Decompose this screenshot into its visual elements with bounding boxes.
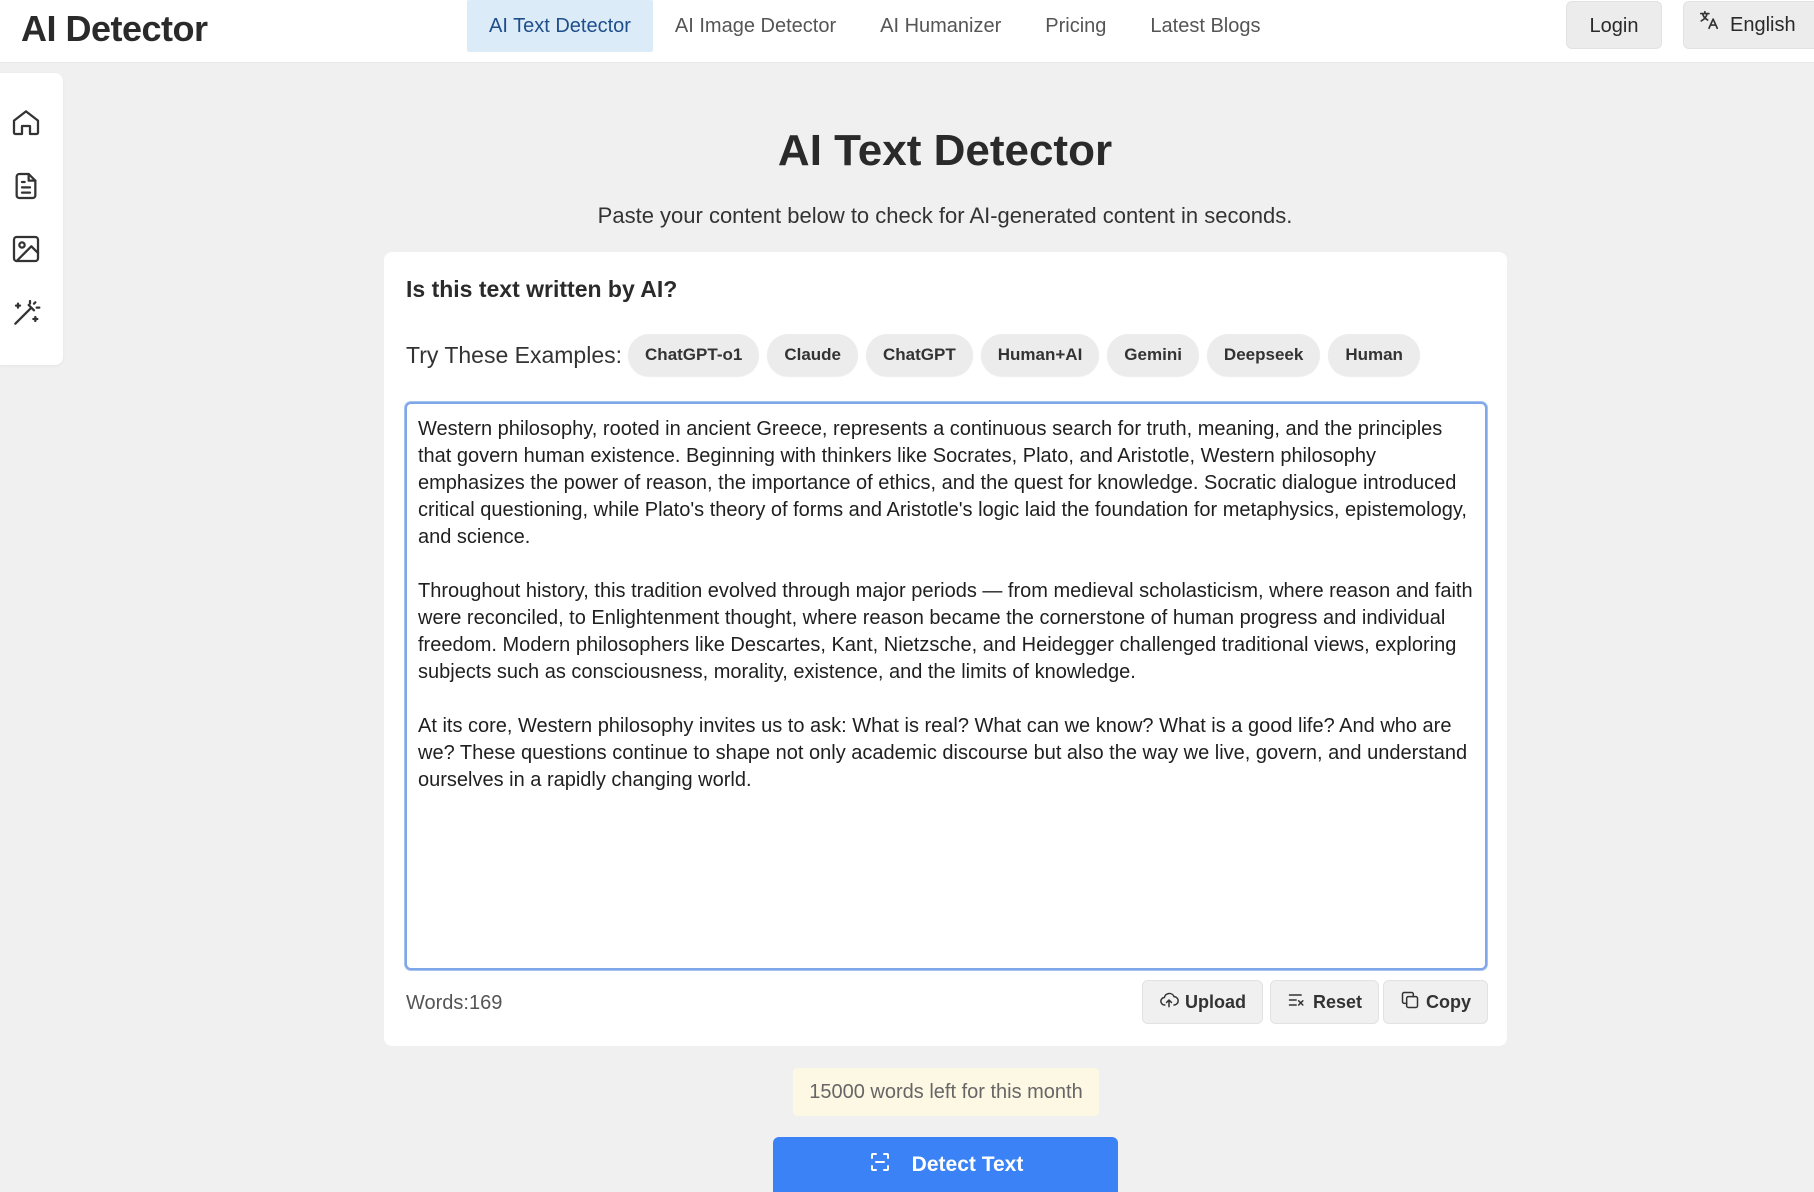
cloud-upload-icon (1159, 990, 1179, 1015)
nav-ai-image-detector[interactable]: AI Image Detector (653, 0, 858, 52)
card-question: Is this text written by AI? (406, 276, 678, 302)
logo[interactable]: AI Detector (21, 8, 208, 50)
copy-icon (1400, 990, 1420, 1015)
text-input[interactable]: Western philosophy, rooted in ancient Gr… (405, 402, 1487, 970)
words-quota: 15000 words left for this month (793, 1068, 1099, 1116)
translate-icon (1698, 1, 1720, 49)
page-subtitle: Paste your content below to check for AI… (597, 203, 1293, 228)
language-label: English (1730, 14, 1796, 36)
scan-icon (868, 1150, 892, 1180)
example-chip-deepseek[interactable]: Deepseek (1206, 334, 1321, 376)
examples-row: Try These Examples: ChatGPT-o1 Claude Ch… (406, 334, 1428, 376)
image-icon[interactable] (10, 233, 42, 265)
nav-pricing[interactable]: Pricing (1023, 0, 1128, 52)
example-chip-human[interactable]: Human (1328, 334, 1420, 376)
example-chip-chatgpt[interactable]: ChatGPT (866, 334, 973, 376)
clear-list-icon (1287, 990, 1307, 1015)
detect-text-button[interactable]: Detect Text (773, 1137, 1118, 1192)
nav-ai-humanizer[interactable]: AI Humanizer (858, 0, 1023, 52)
example-chip-human-ai[interactable]: Human+AI (980, 334, 1100, 376)
login-button[interactable]: Login (1566, 1, 1662, 49)
examples-label: Try These Examples: (406, 341, 623, 368)
copy-button[interactable]: Copy (1383, 980, 1488, 1024)
reset-button[interactable]: Reset (1270, 980, 1380, 1024)
nav-latest-blogs[interactable]: Latest Blogs (1128, 0, 1282, 52)
nav-ai-text-detector[interactable]: AI Text Detector (467, 0, 653, 52)
main-nav: AI Text Detector AI Image Detector AI Hu… (467, 0, 1282, 52)
page-title: AI Text Detector (777, 126, 1113, 175)
detector-card: Is this text written by AI? Try These Ex… (384, 252, 1507, 1046)
magic-wand-icon[interactable] (10, 297, 42, 329)
word-count: Words:169 (406, 992, 503, 1014)
language-button[interactable]: English (1683, 1, 1814, 49)
example-chip-gemini[interactable]: Gemini (1107, 334, 1199, 376)
upload-button[interactable]: Upload (1142, 980, 1263, 1024)
top-header: AI Detector AI Text Detector AI Image De… (0, 0, 1814, 63)
example-chip-claude[interactable]: Claude (767, 334, 859, 376)
example-chip-chatgpt-o1[interactable]: ChatGPT-o1 (628, 334, 760, 376)
